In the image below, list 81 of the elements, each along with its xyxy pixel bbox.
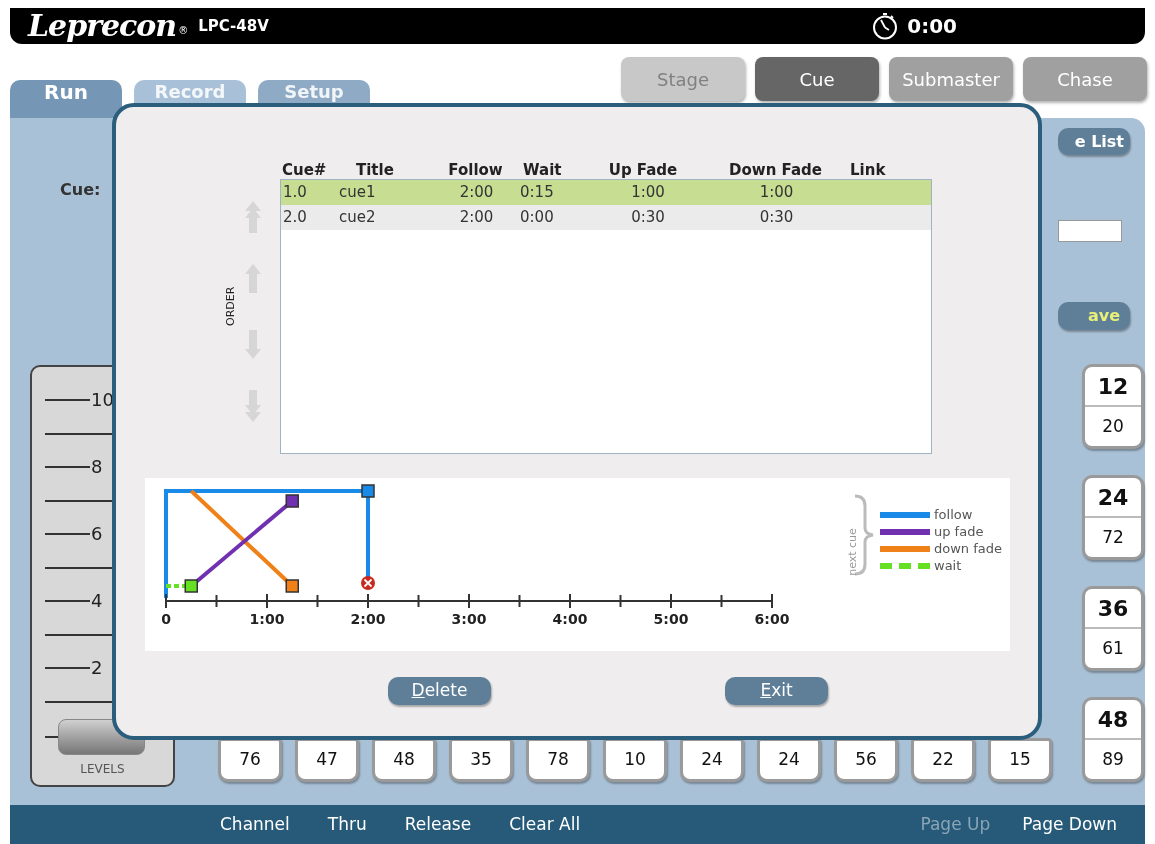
table-cell-text: 2:00	[458, 207, 495, 229]
channel-level: 20	[1101, 414, 1125, 438]
column-header: Wait	[522, 160, 563, 179]
scale-label: 4	[91, 592, 103, 610]
axis-label: 0	[161, 611, 171, 627]
cue-list-button[interactable]: e List	[1058, 128, 1130, 155]
scale-label: 6	[91, 525, 103, 543]
bar-button[interactable]: Release	[404, 811, 472, 838]
dialog-button[interactable]: Delete	[388, 677, 491, 705]
channel-level: 89	[1101, 747, 1125, 771]
channel-value[interactable]: 15	[988, 738, 1052, 782]
channel-value[interactable]: 56	[834, 738, 898, 782]
dialog-button[interactable]: Exit	[725, 677, 828, 705]
axis-label: 6:00	[754, 611, 790, 627]
column-header: Title	[355, 160, 395, 179]
input-field[interactable]	[1058, 220, 1122, 242]
order-label: ORDER	[223, 286, 237, 326]
axis-label: 1:00	[249, 611, 285, 627]
column-header: Down Fade	[728, 160, 823, 179]
channel-value[interactable]: 78	[526, 738, 590, 782]
timer: 0:00	[907, 13, 957, 40]
table-cell-text: 1:00	[758, 182, 795, 204]
model-name: LPC-48V	[198, 15, 269, 37]
table-cell-text: 1:00	[630, 182, 666, 204]
channel-number: 48	[1085, 700, 1141, 740]
axis-label: 4:00	[552, 611, 588, 627]
table-cell-text: 1.0	[282, 182, 308, 204]
column-header: Cue#	[281, 160, 328, 179]
axis-label: 3:00	[451, 611, 487, 627]
cue-row[interactable]: 1.0 cue1 2:00 0:15 1:00 1:00	[281, 180, 931, 205]
legend-label: up fade	[934, 524, 984, 539]
channel-tile[interactable]: 36 61	[1082, 586, 1144, 671]
channel-value[interactable]: 48	[372, 738, 436, 782]
bar-button[interactable]: Channel	[220, 811, 290, 838]
mode-button[interactable]: Cue	[755, 57, 879, 101]
cue-row[interactable]: 2.0 cue2 2:00 0:00 0:30 0:30	[281, 205, 931, 230]
legend-label: follow	[934, 507, 973, 522]
channel-tile[interactable]: 24 72	[1082, 475, 1144, 560]
brace-icon	[854, 494, 875, 576]
table-cell-text: 2:00	[458, 182, 495, 204]
fader-label: LEVELS	[80, 760, 125, 778]
channel-value[interactable]: 47	[295, 738, 359, 782]
channel-value[interactable]: 24	[757, 738, 821, 782]
logo: Leprecon	[28, 11, 177, 41]
channel-value[interactable]: 10	[603, 738, 667, 782]
column-header: Up Fade	[607, 160, 679, 179]
channel-tile[interactable]: 12 20	[1082, 364, 1144, 449]
table-cell-text: 0:15	[519, 182, 555, 204]
bar-button[interactable]: Thru	[327, 811, 367, 838]
channel-tile[interactable]: 48 89	[1082, 697, 1144, 782]
channel-number: 24	[1085, 478, 1141, 518]
axis-label: 2:00	[350, 611, 386, 627]
table-cell-text: 0:00	[519, 207, 555, 229]
end-marker-icon	[361, 576, 375, 590]
bar-button[interactable]: Clear All	[509, 811, 581, 838]
legend-label: down fade	[934, 541, 1002, 556]
legend-label: wait	[934, 558, 962, 573]
channel-value[interactable]: 35	[449, 738, 513, 782]
channel-number: 36	[1085, 589, 1141, 629]
registered-mark: ®	[178, 24, 189, 38]
bar-button[interactable]: Page Down	[1022, 811, 1117, 838]
scale-label: 2	[91, 659, 103, 677]
table-cell-text: 0:30	[758, 207, 795, 229]
stopwatch-icon	[872, 12, 899, 40]
channel-number: 12	[1085, 367, 1141, 407]
start-marker	[184, 579, 198, 593]
cue-label: Cue:	[60, 179, 102, 201]
table-cell-text: cue2	[339, 207, 377, 229]
brace-label: next cue	[846, 528, 859, 576]
column-header: Follow	[447, 160, 504, 179]
scale-label: 8	[91, 458, 103, 476]
table-cell-text: 2.0	[282, 207, 308, 229]
channel-value[interactable]: 22	[911, 738, 975, 782]
channel-value[interactable]: 76	[218, 738, 282, 782]
channel-value[interactable]: 24	[680, 738, 744, 782]
channel-level: 61	[1101, 636, 1125, 660]
column-header: Link	[849, 160, 887, 179]
channel-level: 72	[1101, 525, 1125, 549]
table-cell-text: cue1	[339, 182, 377, 204]
table-cell-text: 0:30	[630, 207, 666, 229]
axis-label: 5:00	[653, 611, 689, 627]
